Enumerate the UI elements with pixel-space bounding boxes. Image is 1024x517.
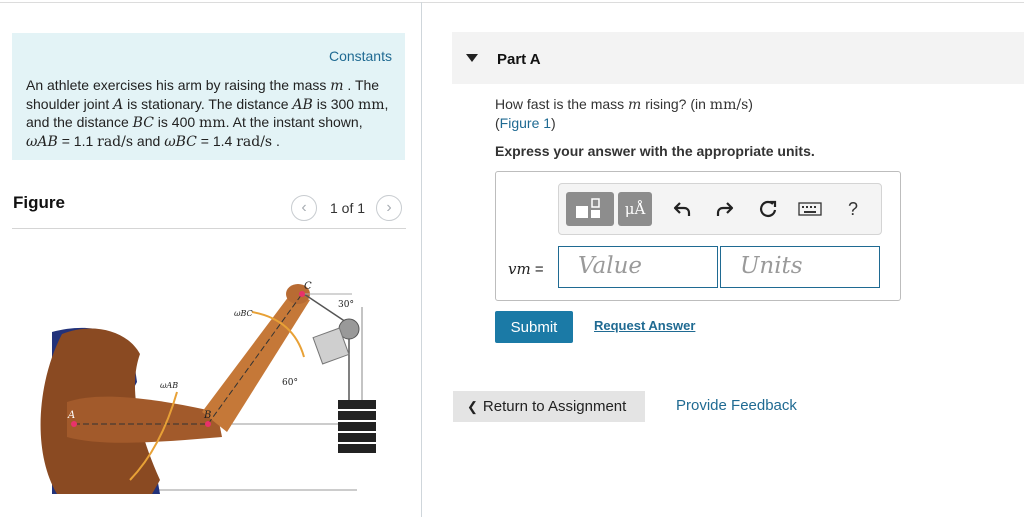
label-a: A [67, 410, 75, 421]
redo-icon [716, 202, 734, 216]
constants-link[interactable]: Constants [329, 48, 392, 64]
reset-button[interactable] [753, 192, 783, 226]
figure-reference-link[interactable]: Figure 1 [500, 115, 551, 131]
templates-icon [576, 198, 600, 218]
problem-statement-box: Constants An athlete exercises his arm b… [12, 33, 405, 160]
math-toolbar: μÅ ? [558, 183, 882, 235]
units-button[interactable]: μÅ [618, 192, 652, 226]
keyboard-icon [798, 202, 822, 216]
label-b: B [203, 410, 211, 421]
label-angle-30: 30° [338, 300, 354, 310]
label-angle-60: 60° [282, 378, 298, 388]
keyboard-button[interactable] [795, 192, 825, 226]
value-input[interactable]: Value [558, 246, 718, 288]
question-text: How fast is the mass m rising? (in mm/s)… [495, 96, 753, 131]
submit-button[interactable]: Submit [495, 311, 573, 343]
chevron-left-icon: ❮ [467, 398, 478, 414]
answer-box: μÅ ? vm = Value Units [495, 171, 901, 301]
panel-divider [421, 2, 422, 517]
request-answer-link[interactable]: Request Answer [594, 318, 695, 333]
chevron-right-icon: › [386, 199, 392, 216]
templates-button[interactable] [566, 192, 614, 226]
undo-button[interactable] [667, 192, 697, 226]
label-omega-ab: ωAB [160, 381, 178, 390]
prev-figure-button[interactable]: ‹ [291, 195, 317, 221]
weight-stack [338, 400, 376, 453]
part-a-header[interactable]: Part A [452, 32, 1024, 84]
figure-counter: 1 of 1 [330, 200, 366, 216]
figure-pager: ‹ 1 of 1 › [291, 195, 403, 221]
figure-rule [12, 228, 406, 229]
next-figure-button[interactable]: › [376, 195, 403, 221]
label-omega-bc: ωBC [234, 309, 253, 318]
answer-instructions: Express your answer with the appropriate… [495, 143, 815, 159]
undo-icon [673, 202, 691, 216]
top-border [0, 2, 1024, 3]
return-to-assignment-button[interactable]: ❮ Return to Assignment [453, 391, 645, 422]
chevron-left-icon: ‹ [301, 199, 307, 216]
point-b [205, 421, 211, 427]
arm-exercise-figure: A B C ωAB ωBC 30° 60° [40, 281, 376, 494]
caret-down-icon [466, 54, 478, 62]
problem-text: An athlete exercises his arm by raising … [26, 77, 389, 150]
units-input[interactable]: Units [720, 246, 880, 288]
answer-variable: vm = [508, 260, 544, 278]
redo-button[interactable] [710, 192, 740, 226]
return-label: Return to Assignment [482, 398, 627, 415]
point-a [71, 421, 77, 427]
reset-icon [760, 200, 777, 217]
upper-arm [67, 396, 222, 443]
help-button[interactable]: ? [839, 192, 867, 226]
figure-heading: Figure [13, 193, 65, 212]
label-c: C [304, 281, 312, 292]
part-title: Part A [497, 51, 541, 68]
provide-feedback-link[interactable]: Provide Feedback [676, 397, 797, 414]
